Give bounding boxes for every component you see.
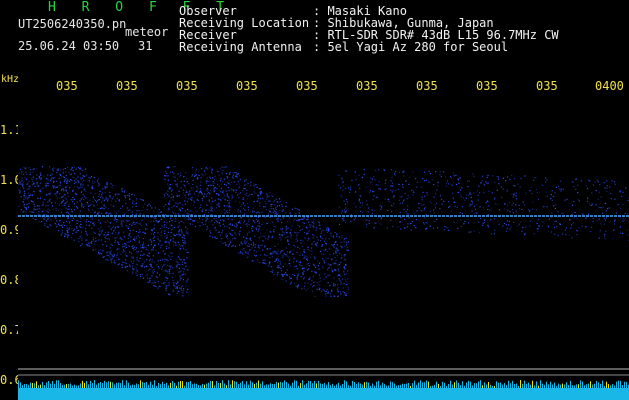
- date-time: 25.06.24 03:50: [18, 39, 120, 53]
- x-tick-label: 035: [416, 79, 438, 93]
- x-axis-ticks: 035 035 035 035 035 035 035 035 035 0400: [0, 80, 629, 96]
- x-tick-label: 035: [116, 79, 138, 93]
- x-tick-label: 035: [236, 79, 258, 93]
- x-tick-label: 035: [296, 79, 318, 93]
- meteor-count: 31: [138, 39, 153, 53]
- spectrogram-canvas: [18, 96, 629, 400]
- x-tick-label: 035: [56, 79, 78, 93]
- spectrogram-plot: [18, 96, 629, 400]
- x-tick-label: 035: [476, 79, 498, 93]
- x-tick-label: 035: [536, 79, 558, 93]
- plot-background: [18, 96, 629, 400]
- file-name: UT2506240350.pn: [18, 17, 127, 31]
- noise-floor: [18, 388, 629, 400]
- x-tick-label: 035: [356, 79, 378, 93]
- x-tick-label: 035: [176, 79, 198, 93]
- meteor-label: meteor: [125, 25, 169, 39]
- info-label-antenna: Receiving Antenna: [179, 40, 302, 54]
- info-value-antenna: : 5el Yagi Az 280 for Seoul: [313, 40, 509, 54]
- x-tick-label: 0400: [595, 79, 624, 93]
- hrofft-window: H R O F F T UT2506240350.pn meteor 25.06…: [0, 0, 629, 400]
